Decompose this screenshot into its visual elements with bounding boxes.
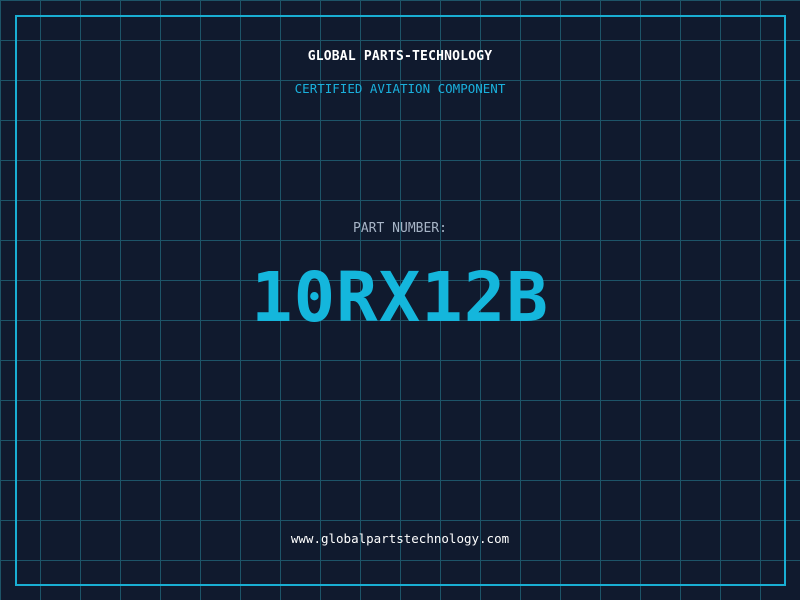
part-number-value: 10RX12B xyxy=(251,258,549,338)
part-number-label: PART NUMBER: xyxy=(353,221,447,236)
website-url: www.globalpartstechnology.com xyxy=(290,531,510,546)
certification-subtitle: CERTIFIED AVIATION COMPONENT xyxy=(294,81,506,96)
company-name: GLOBAL PARTS-TECHNOLOGY xyxy=(307,49,493,64)
certificate-canvas: GLOBAL PARTS-TECHNOLOGY CERTIFIED AVIATI… xyxy=(0,0,800,600)
